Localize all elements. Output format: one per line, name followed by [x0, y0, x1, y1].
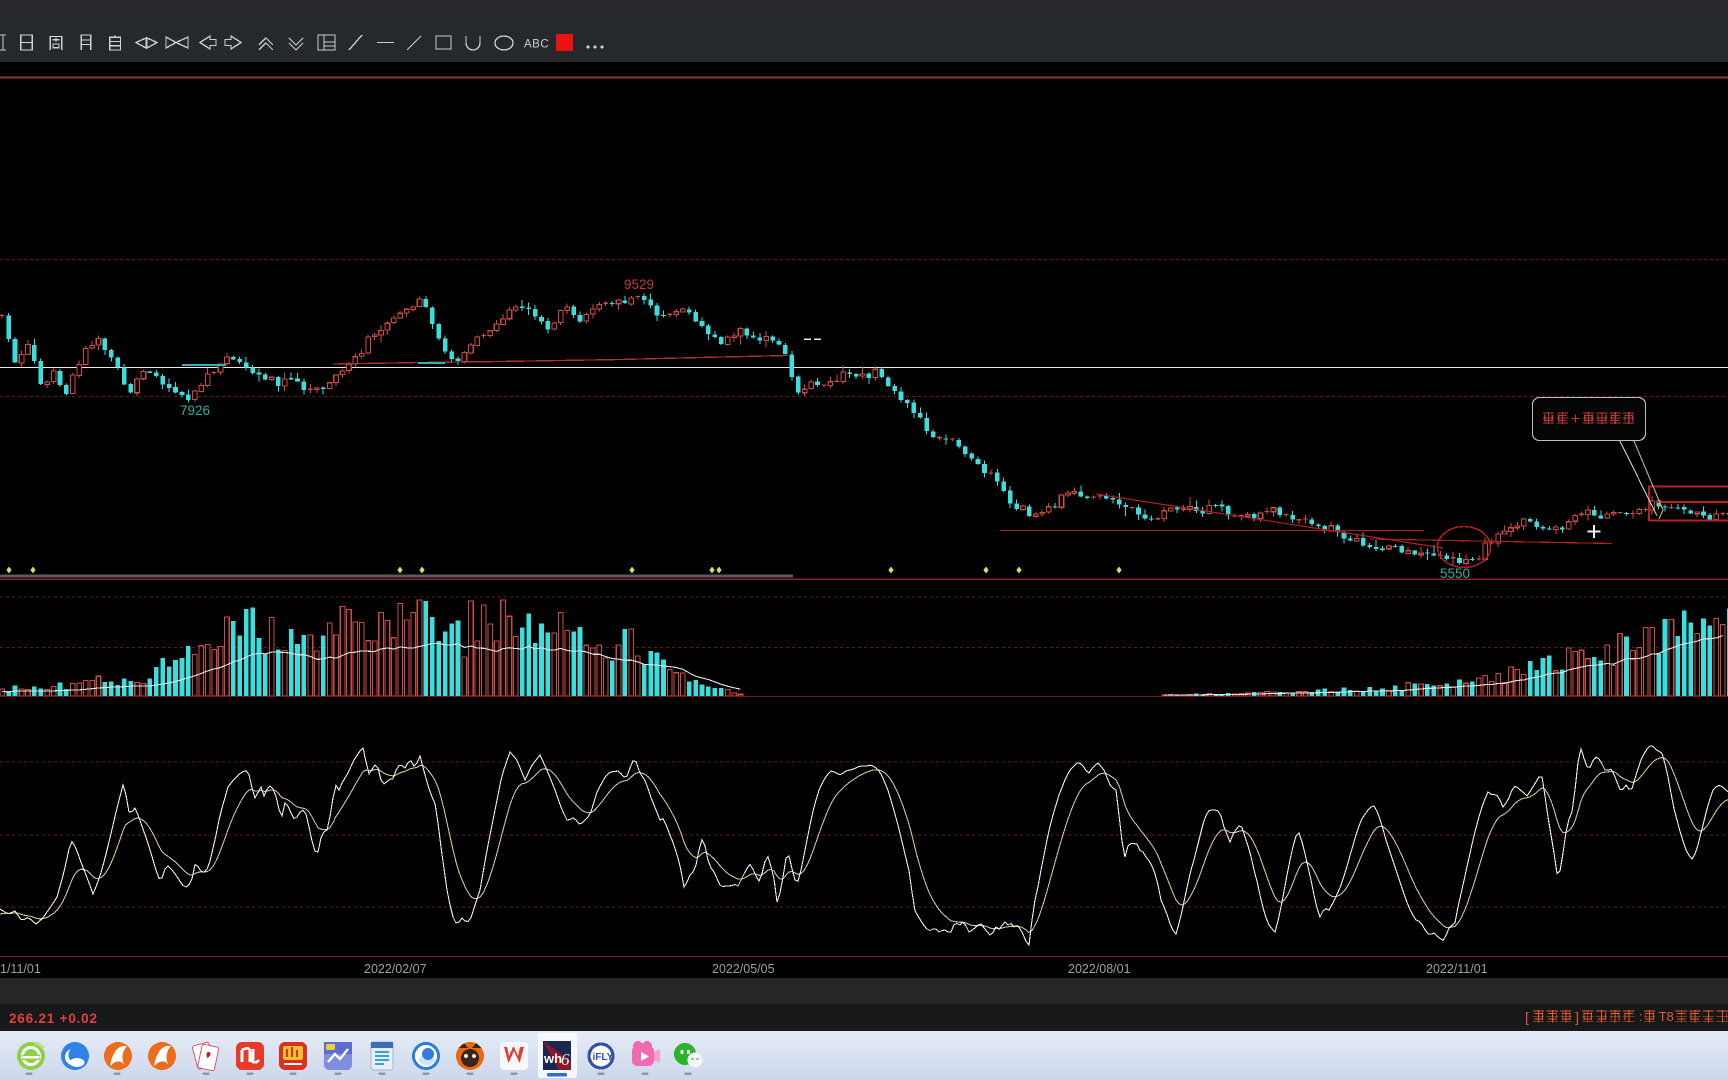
svg-text:9529: 9529 — [624, 277, 654, 292]
svg-text:2022/08/01: 2022/08/01 — [1068, 962, 1131, 976]
svg-text:T8: T8 — [1659, 1009, 1674, 1024]
svg-text:ABC: ABC — [524, 39, 549, 51]
svg-text:2022/02/07: 2022/02/07 — [364, 962, 427, 976]
svg-text:266.21 +0.02: 266.21 +0.02 — [9, 1011, 98, 1026]
svg-text:7926: 7926 — [180, 403, 210, 418]
svg-text:1/11/01: 1/11/01 — [0, 962, 41, 976]
svg-text:]: ] — [1575, 1009, 1579, 1025]
svg-text:iFLY: iFLY — [593, 1052, 614, 1063]
svg-text:wh: wh — [543, 1051, 562, 1066]
svg-text:2022/11/01: 2022/11/01 — [1426, 962, 1488, 976]
svg-text:2022/05/05: 2022/05/05 — [712, 962, 775, 976]
svg-text:6: 6 — [561, 1050, 570, 1069]
svg-text::: : — [1639, 1009, 1643, 1024]
svg-text:[: [ — [1525, 1009, 1529, 1025]
